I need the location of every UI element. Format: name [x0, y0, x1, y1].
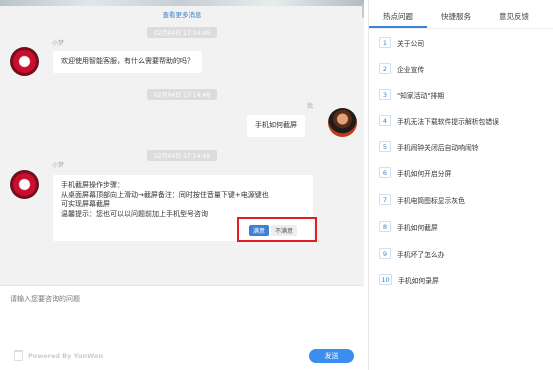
timestamp: 02月04日 17:14:48 [0, 89, 364, 100]
tab-feedback[interactable]: 意见反馈 [485, 9, 543, 28]
message-line: 从桌面屏幕顶部向上滑动→截屏备注：同时按住音量下键+电源键也 [61, 190, 269, 199]
tab-quick-service[interactable]: 快捷服务 [427, 9, 485, 28]
bot-message: 欢迎使用智能客服，有什么需要帮助的吗？ [53, 51, 202, 73]
question-item[interactable]: 2 企业宣传 [379, 63, 424, 74]
user-avatar [328, 108, 357, 137]
question-item[interactable]: 10 手机如何录屏 [379, 274, 439, 285]
question-item[interactable]: 8 手机如何截屏 [379, 221, 438, 232]
question-item[interactable]: 6 手机如何开启分屏 [379, 167, 451, 178]
question-item[interactable]: 9 手机坏了怎么办 [379, 248, 445, 259]
question-item[interactable]: 1 关于公司 [379, 37, 424, 48]
bot-avatar [10, 47, 39, 76]
trash-icon[interactable] [14, 350, 23, 361]
chat-scrollbar[interactable] [362, 4, 364, 18]
side-panel: 热点问题 快捷服务 意见反馈 1 关于公司 2 企业宣传 3 "知家活动"排期 4 手机… [368, 0, 553, 370]
message-input[interactable] [10, 295, 350, 303]
input-area: Powered By YunWen 发送 [0, 285, 364, 370]
message-line: 手机截屏操作步骤： [61, 181, 124, 189]
tab-hot-questions[interactable]: 热点问题 [369, 9, 427, 28]
user-message: 手机如何截屏 [247, 115, 305, 137]
top-banner [0, 0, 364, 6]
sender-name: 我 [307, 103, 314, 110]
highlight-box [237, 217, 317, 242]
sender-name: 小梦 [52, 162, 65, 169]
timestamp: 02月04日 17:14:46 [0, 27, 364, 38]
question-item[interactable]: 5 手机闹钟关闭后自动响闹铃 [379, 141, 479, 152]
load-more-link[interactable]: 查看更多消息 [0, 9, 364, 19]
question-item[interactable]: 7 手机电筒图标显示灰色 [379, 194, 465, 205]
powered-by: Powered By YunWen [14, 350, 103, 361]
question-item[interactable]: 4 手机无法下载软件提示解析包错误 [379, 115, 499, 126]
question-item[interactable]: 3 "知家活动"排期 [379, 89, 444, 100]
chat-panel: 查看更多消息 02月04日 17:14:46 小梦 欢迎使用智能客服，有什么需要… [0, 0, 364, 285]
sender-name: 小梦 [52, 40, 65, 47]
bot-avatar [10, 170, 39, 199]
side-tabs: 热点问题 快捷服务 意见反馈 [369, 9, 553, 29]
powered-by-text: Powered By YunWen [28, 351, 104, 360]
message-line: 可实现屏幕截屏 [61, 200, 110, 208]
send-button[interactable]: 发送 [309, 349, 354, 363]
